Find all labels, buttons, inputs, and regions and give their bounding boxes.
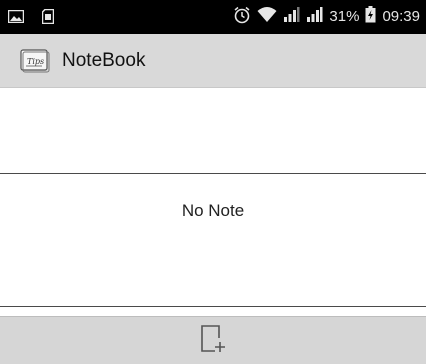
add-note-button[interactable] xyxy=(193,321,233,361)
status-bar: 31% 09:39 xyxy=(0,0,426,34)
wifi-icon xyxy=(257,6,277,28)
new-note-icon xyxy=(200,324,226,359)
status-notifications xyxy=(7,8,72,29)
signal-icon xyxy=(283,6,300,28)
signal-icon xyxy=(306,6,323,28)
sd-card-icon xyxy=(41,8,55,29)
bottom-bar xyxy=(0,316,426,364)
status-time: 09:39 xyxy=(382,8,420,25)
action-bar: Tips NoteBook xyxy=(0,34,426,88)
image-icon xyxy=(7,9,25,28)
status-indicators: 31% 09:39 xyxy=(227,6,420,28)
notes-content: No Note xyxy=(0,88,426,316)
notebook-screen: 31% 09:39 Tips NoteBook No Note xyxy=(0,0,426,364)
app-logo-icon[interactable]: Tips xyxy=(20,49,50,78)
battery-percent: 31% xyxy=(329,8,360,25)
notes-list: No Note xyxy=(0,175,426,307)
app-title: NoteBook xyxy=(62,50,146,71)
empty-message: No Note xyxy=(181,201,245,220)
alarm-icon xyxy=(233,6,251,29)
svg-text:Tips: Tips xyxy=(27,57,44,66)
notes-header-area xyxy=(0,88,426,174)
battery-charging-icon xyxy=(365,6,376,28)
